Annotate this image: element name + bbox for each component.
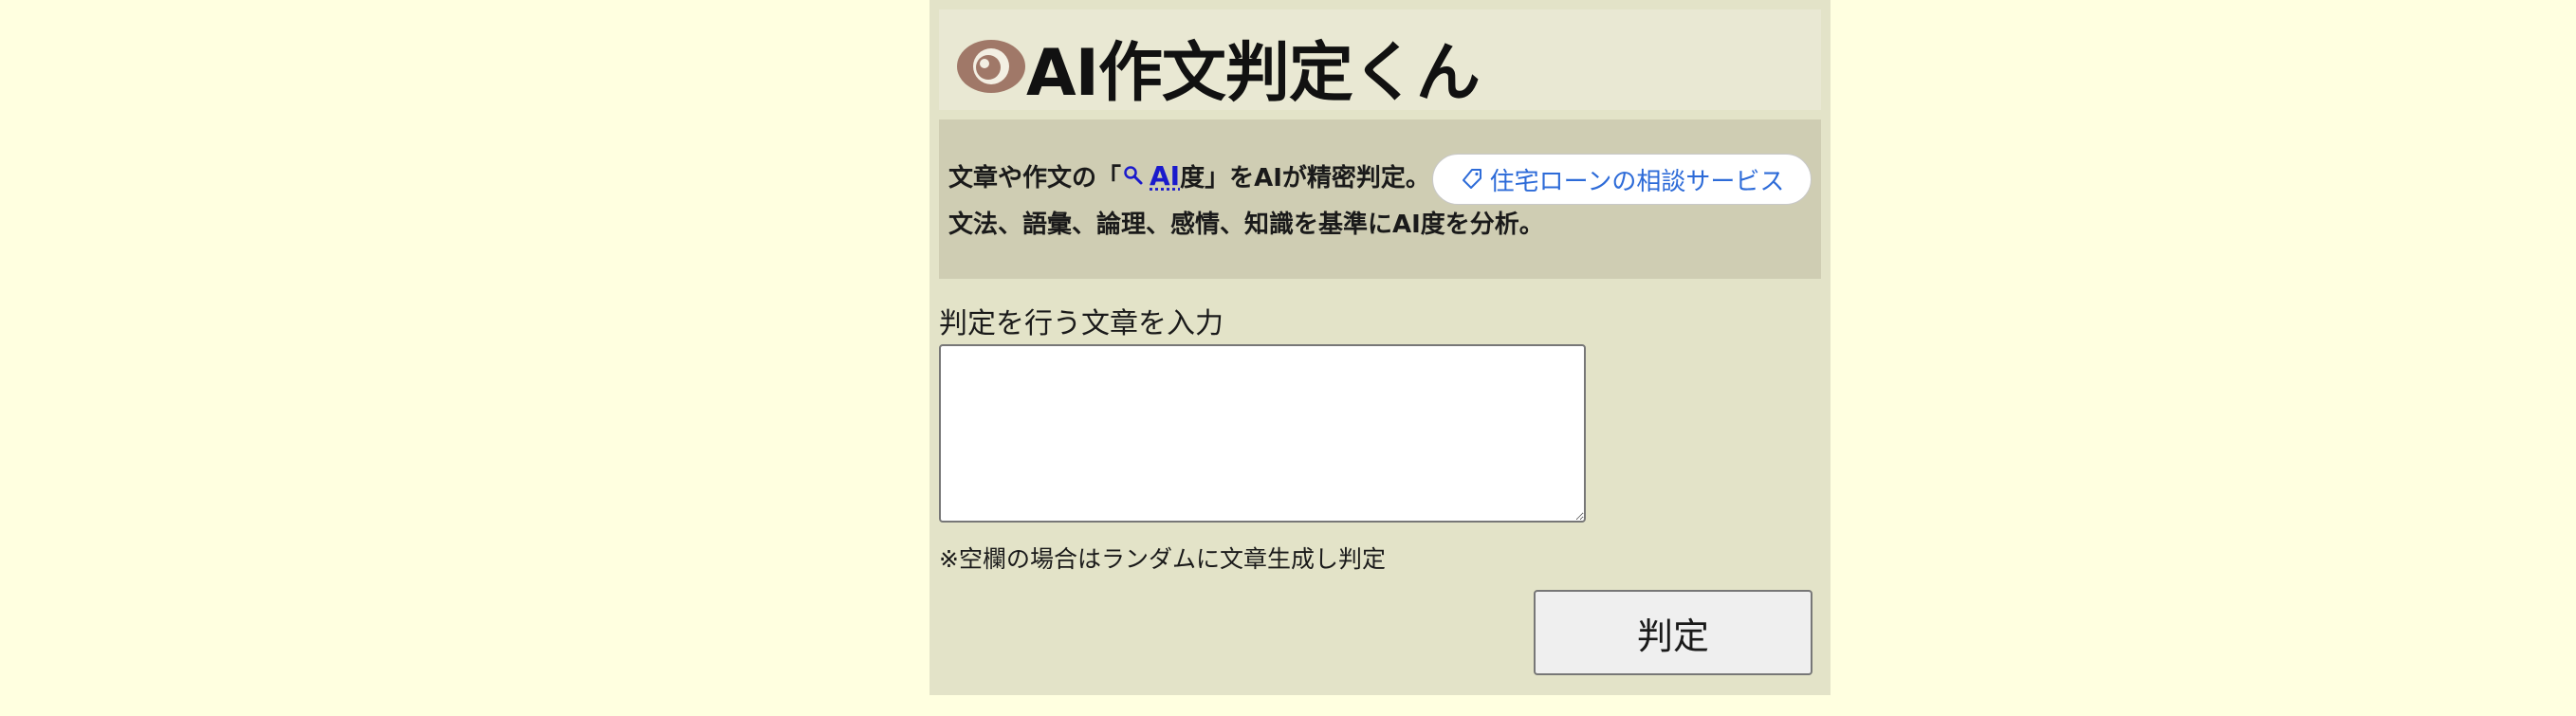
description-line-2: 文法、語彙、論理、感情、知識を基準にAI度を分析。	[948, 210, 1544, 239]
ai-link[interactable]: AI	[1150, 160, 1180, 192]
empty-input-note: ※空欄の場合はランダムに文章生成し判定	[939, 545, 1386, 573]
tag-icon	[1462, 169, 1481, 189]
mortgage-consultation-label: 住宅ローンの相談サービス	[1489, 167, 1785, 196]
mortgage-consultation-button[interactable]: 住宅ローンの相談サービス	[1432, 154, 1812, 205]
eye-icon	[957, 40, 1025, 93]
header: AI作文判定くん	[939, 9, 1821, 111]
description-suffix: 度」をAIが精密判定。	[1180, 163, 1430, 193]
description-line-1: 文章や作文の「 AI 度」をAIが精密判定。	[948, 154, 1430, 197]
page-title: AI作文判定くん	[1026, 36, 1481, 111]
magnifier-icon	[1124, 166, 1143, 185]
text-input-label: 判定を行う文章を入力	[939, 307, 1224, 340]
judge-button[interactable]: 判定	[1534, 590, 1812, 675]
essay-textarea[interactable]	[939, 344, 1586, 523]
description-prefix: 文章や作文の「	[948, 163, 1122, 193]
app-panel: AI作文判定くん 文章や作文の「 AI 度」をAIが精密判定。 文法、語彙、論理…	[929, 0, 1831, 695]
